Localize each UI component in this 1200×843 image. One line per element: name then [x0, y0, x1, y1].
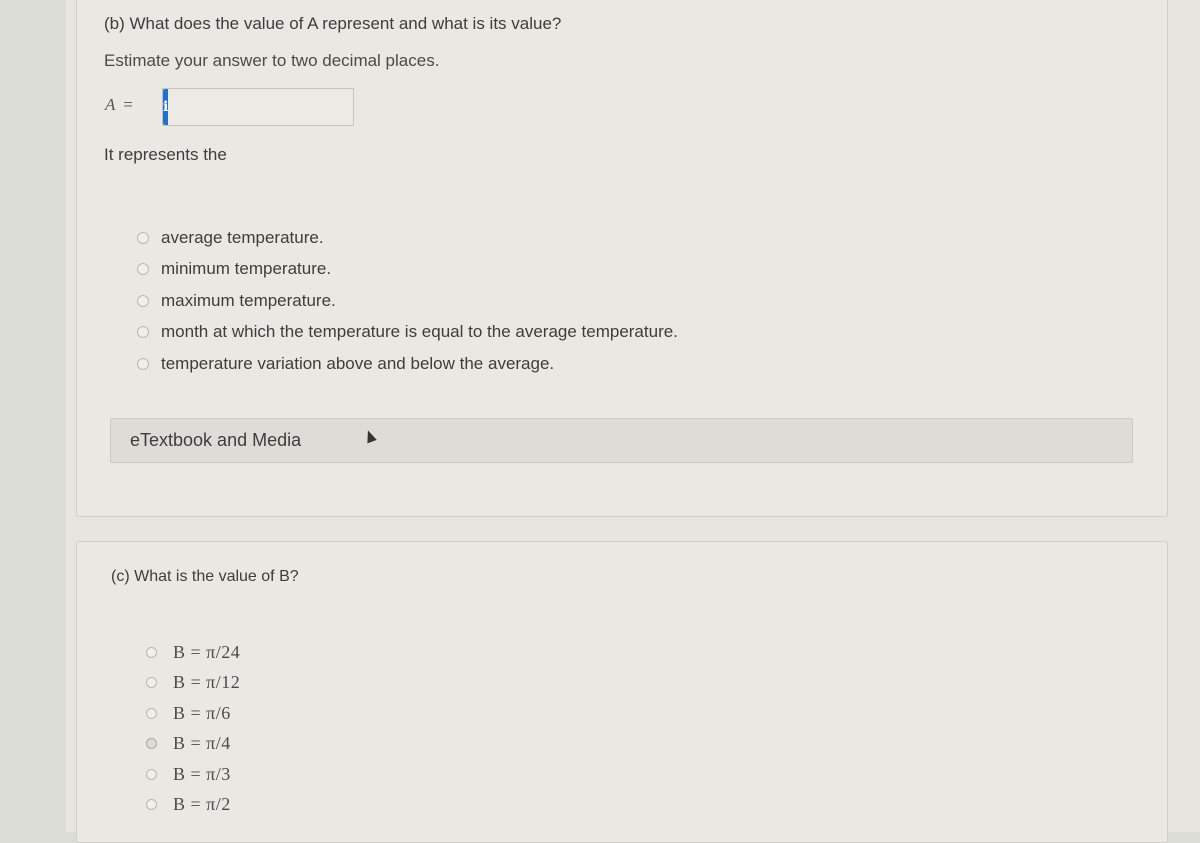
option-minimum-temperature[interactable]: minimum temperature.	[137, 254, 678, 286]
option-b-pi-2[interactable]: B = π/2	[146, 790, 240, 821]
answer-field-group: i	[162, 88, 388, 126]
option-label: B = π/12	[173, 672, 241, 693]
option-month-equal-average[interactable]: month at which the temperature is equal …	[137, 317, 678, 349]
answer-equals: =	[123, 95, 133, 114]
option-average-temperature[interactable]: average temperature.	[137, 222, 678, 254]
part-b-options: average temperature. minimum temperature…	[137, 222, 678, 380]
radio-button[interactable]	[137, 326, 149, 339]
radio-button[interactable]	[137, 357, 149, 370]
option-label: minimum temperature.	[161, 259, 332, 279]
radio-button[interactable]	[146, 677, 157, 689]
part-b-instruction: Estimate your answer to two decimal plac…	[104, 51, 440, 70]
answer-variable: A	[105, 95, 116, 114]
option-label: B = π/2	[173, 794, 231, 815]
part-c-options: B = π/24 B = π/12 B = π/6 B = π/4 B = π/…	[146, 637, 240, 820]
etextbook-media-toggle[interactable]: eTextbook and Media	[110, 418, 1133, 463]
option-b-pi-12[interactable]: B = π/12	[146, 668, 240, 699]
part-c-question: (c) What is the value of B?	[111, 568, 299, 585]
option-b-pi-24[interactable]: B = π/24	[146, 637, 240, 668]
radio-button[interactable]	[146, 799, 157, 811]
radio-button[interactable]	[146, 707, 157, 719]
radio-button[interactable]	[146, 738, 157, 750]
answer-label: A =	[105, 95, 133, 115]
radio-button[interactable]	[137, 231, 149, 244]
option-label: month at which the temperature is equal …	[161, 322, 678, 342]
answer-a-input[interactable]	[168, 89, 388, 125]
option-b-pi-3[interactable]: B = π/3	[146, 759, 240, 790]
part-b-question: (b) What does the value of A represent a…	[104, 14, 562, 33]
option-label: B = π/24	[173, 641, 241, 662]
radio-button[interactable]	[137, 263, 149, 276]
option-label: maximum temperature.	[161, 290, 336, 310]
option-label: B = π/3	[173, 763, 231, 784]
radio-button[interactable]	[137, 294, 149, 307]
option-label: B = π/4	[173, 733, 231, 754]
option-b-pi-4[interactable]: B = π/4	[146, 729, 240, 760]
radio-button[interactable]	[146, 646, 157, 658]
option-label: temperature variation above and below th…	[161, 353, 555, 373]
option-label: B = π/6	[173, 702, 231, 723]
radio-button[interactable]	[146, 768, 157, 780]
option-b-pi-6[interactable]: B = π/6	[146, 698, 240, 729]
option-maximum-temperature[interactable]: maximum temperature.	[137, 285, 678, 317]
represents-prompt: It represents the	[104, 145, 227, 164]
etextbook-media-label: eTextbook and Media	[130, 430, 302, 450]
option-label: average temperature.	[161, 227, 324, 247]
option-temperature-variation[interactable]: temperature variation above and below th…	[137, 348, 678, 380]
